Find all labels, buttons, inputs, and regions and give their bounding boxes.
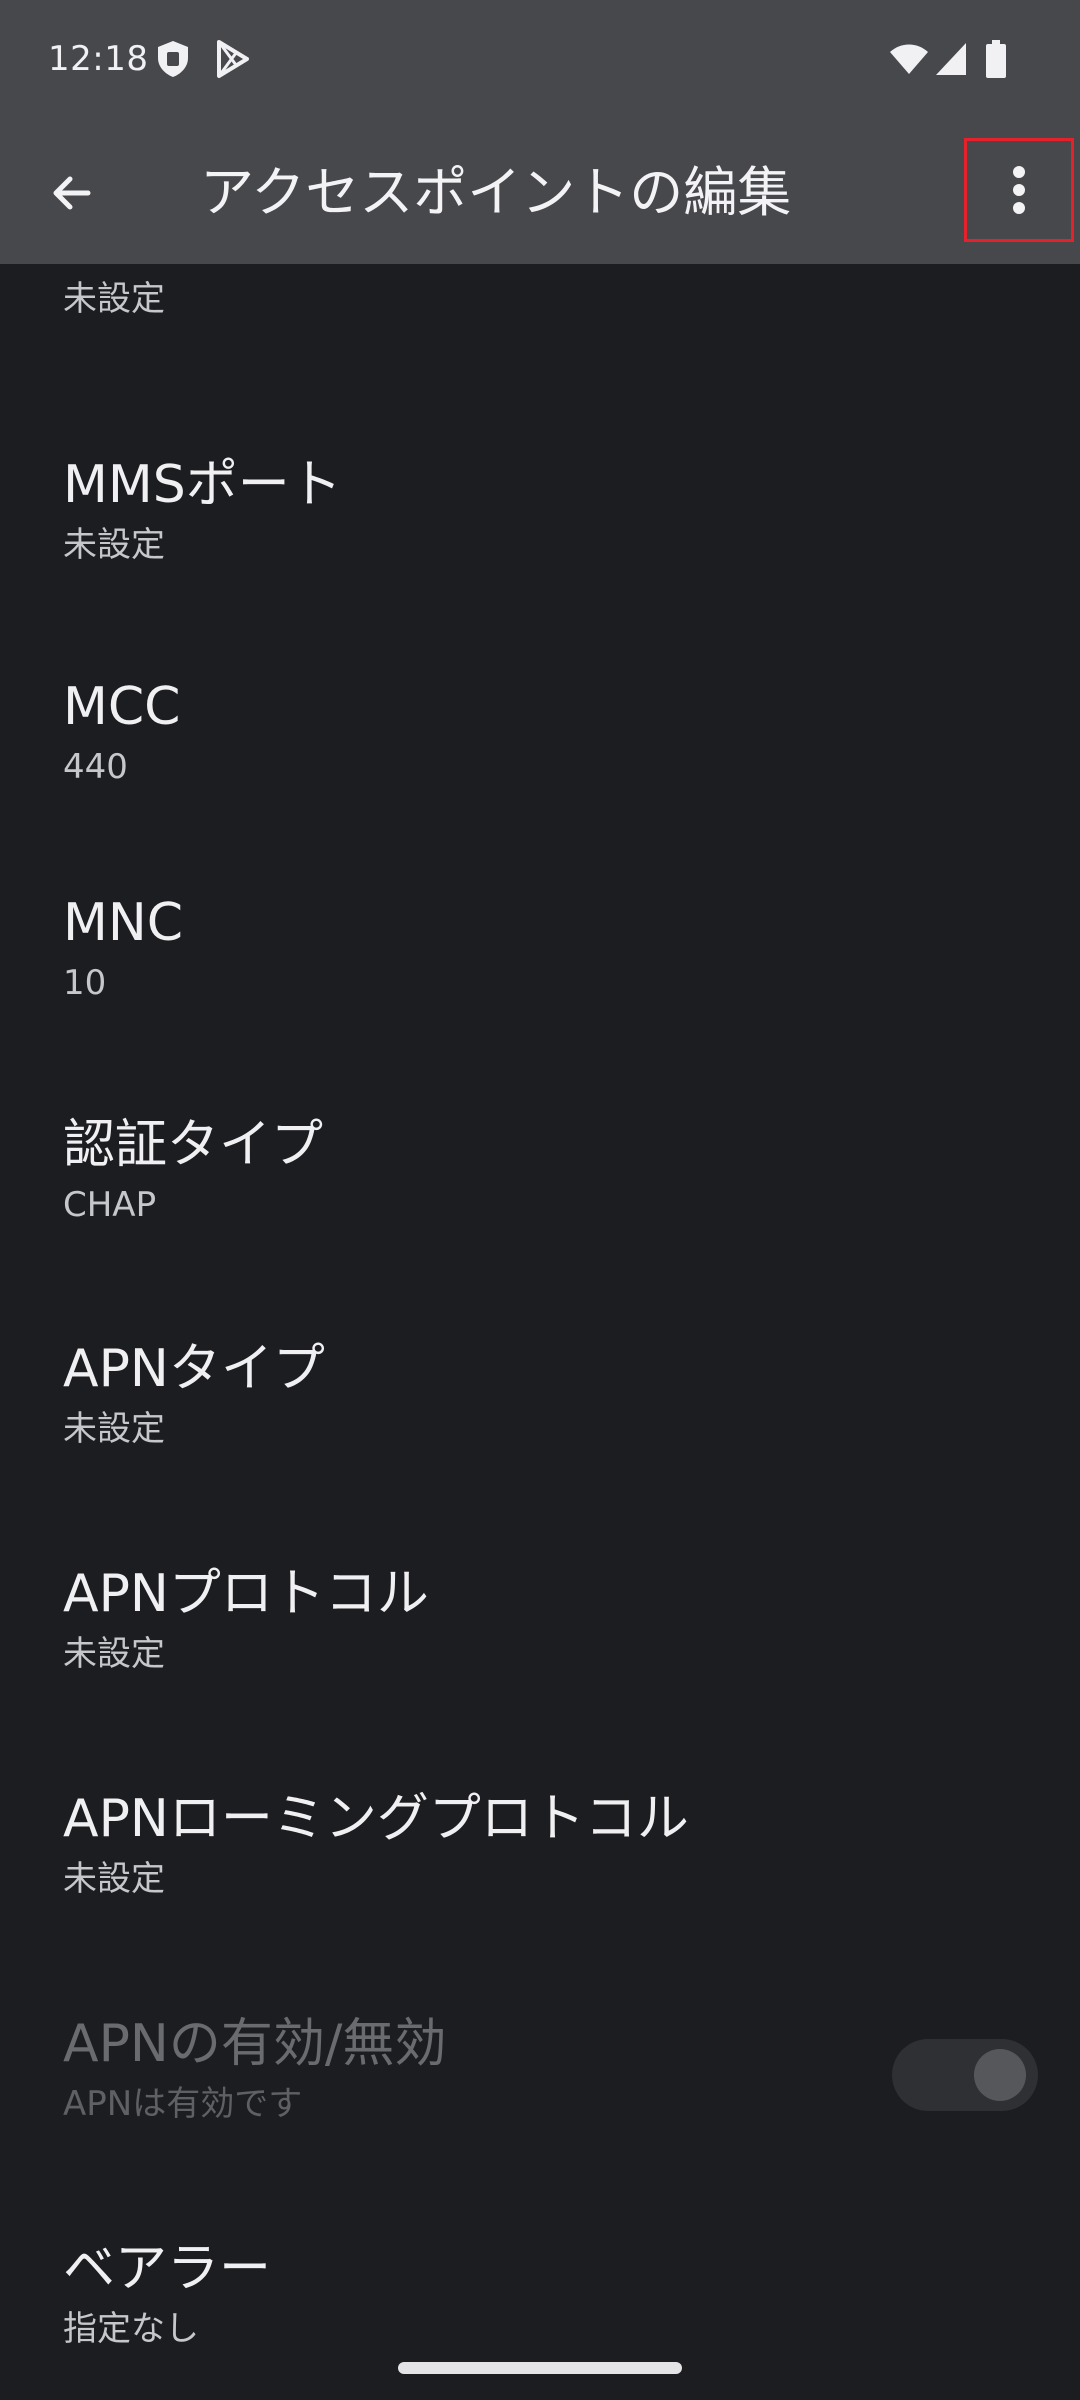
pref-title: 認証タイプ [63, 1115, 324, 1175]
pref-title: APNの有効/無効 [63, 2014, 447, 2074]
pref-summary: 指定なし [63, 2309, 199, 2349]
gesture-nav-handle[interactable] [398, 2362, 682, 2374]
pref-summary: APNは有効です [63, 2084, 303, 2124]
pref-title: MNC [63, 893, 184, 953]
pref-summary: 未設定 [63, 279, 165, 319]
pref-summary: 440 [63, 747, 128, 787]
pref-mms-port[interactable]: MMSポート 未設定 [0, 450, 1080, 660]
pref-summary: CHAP [63, 1185, 157, 1225]
battery-icon [986, 40, 1006, 78]
toggle-thumb [974, 2049, 1026, 2101]
pref-summary: 未設定 [63, 1859, 165, 1899]
pref-apn-type[interactable]: APNタイプ 未設定 [0, 1334, 1080, 1544]
apn-settings-list[interactable]: MMSプロキシ 未設定 MMSポート 未設定 MCC 440 MNC 10 認証… [0, 264, 1080, 2400]
more-vert-icon [1013, 166, 1025, 214]
pref-bearer[interactable]: ベアラー 指定なし [0, 2234, 1080, 2400]
pref-summary: 10 [63, 963, 107, 1003]
pref-summary: 未設定 [63, 1409, 165, 1449]
pref-title: MCC [63, 677, 181, 737]
cell-signal-icon [936, 43, 966, 75]
pref-apn-protocol[interactable]: APNプロトコル 未設定 [0, 1559, 1080, 1769]
security-shield-icon [158, 41, 188, 77]
pref-title: APNプロトコル [63, 1564, 429, 1624]
app-bar: アクセスポイントの編集 [0, 118, 1080, 264]
arrow-back-icon [53, 176, 91, 210]
pref-title: MMSポート [63, 455, 342, 515]
pref-title: APNタイプ [63, 1339, 325, 1399]
back-button[interactable] [30, 151, 114, 235]
pref-mcc[interactable]: MCC 440 [0, 672, 1080, 882]
status-time: 12:18 [48, 39, 149, 79]
pref-summary: 未設定 [63, 525, 165, 565]
pref-mnc[interactable]: MNC 10 [0, 888, 1080, 1098]
status-bar: 12:18 [0, 0, 1080, 118]
more-options-button[interactable] [964, 138, 1074, 242]
apn-enable-toggle[interactable] [892, 2039, 1038, 2111]
wifi-icon [890, 44, 928, 74]
pref-apn-enable: APNの有効/無効 APNは有効です [0, 2009, 1080, 2219]
pref-apn-roaming-protocol[interactable]: APNローミングプロトコル 未設定 [0, 1784, 1080, 1994]
pref-title: MMSプロキシ [63, 264, 394, 274]
pref-auth-type[interactable]: 認証タイプ CHAP [0, 1110, 1080, 1320]
pref-title: ベアラー [63, 2239, 272, 2299]
pref-title: APNローミングプロトコル [63, 1789, 689, 1849]
page-title: アクセスポイントの編集 [200, 161, 792, 224]
pref-summary: 未設定 [63, 1634, 165, 1674]
play-store-icon [217, 40, 249, 78]
pref-mms-proxy[interactable]: MMSプロキシ 未設定 [0, 264, 1080, 414]
